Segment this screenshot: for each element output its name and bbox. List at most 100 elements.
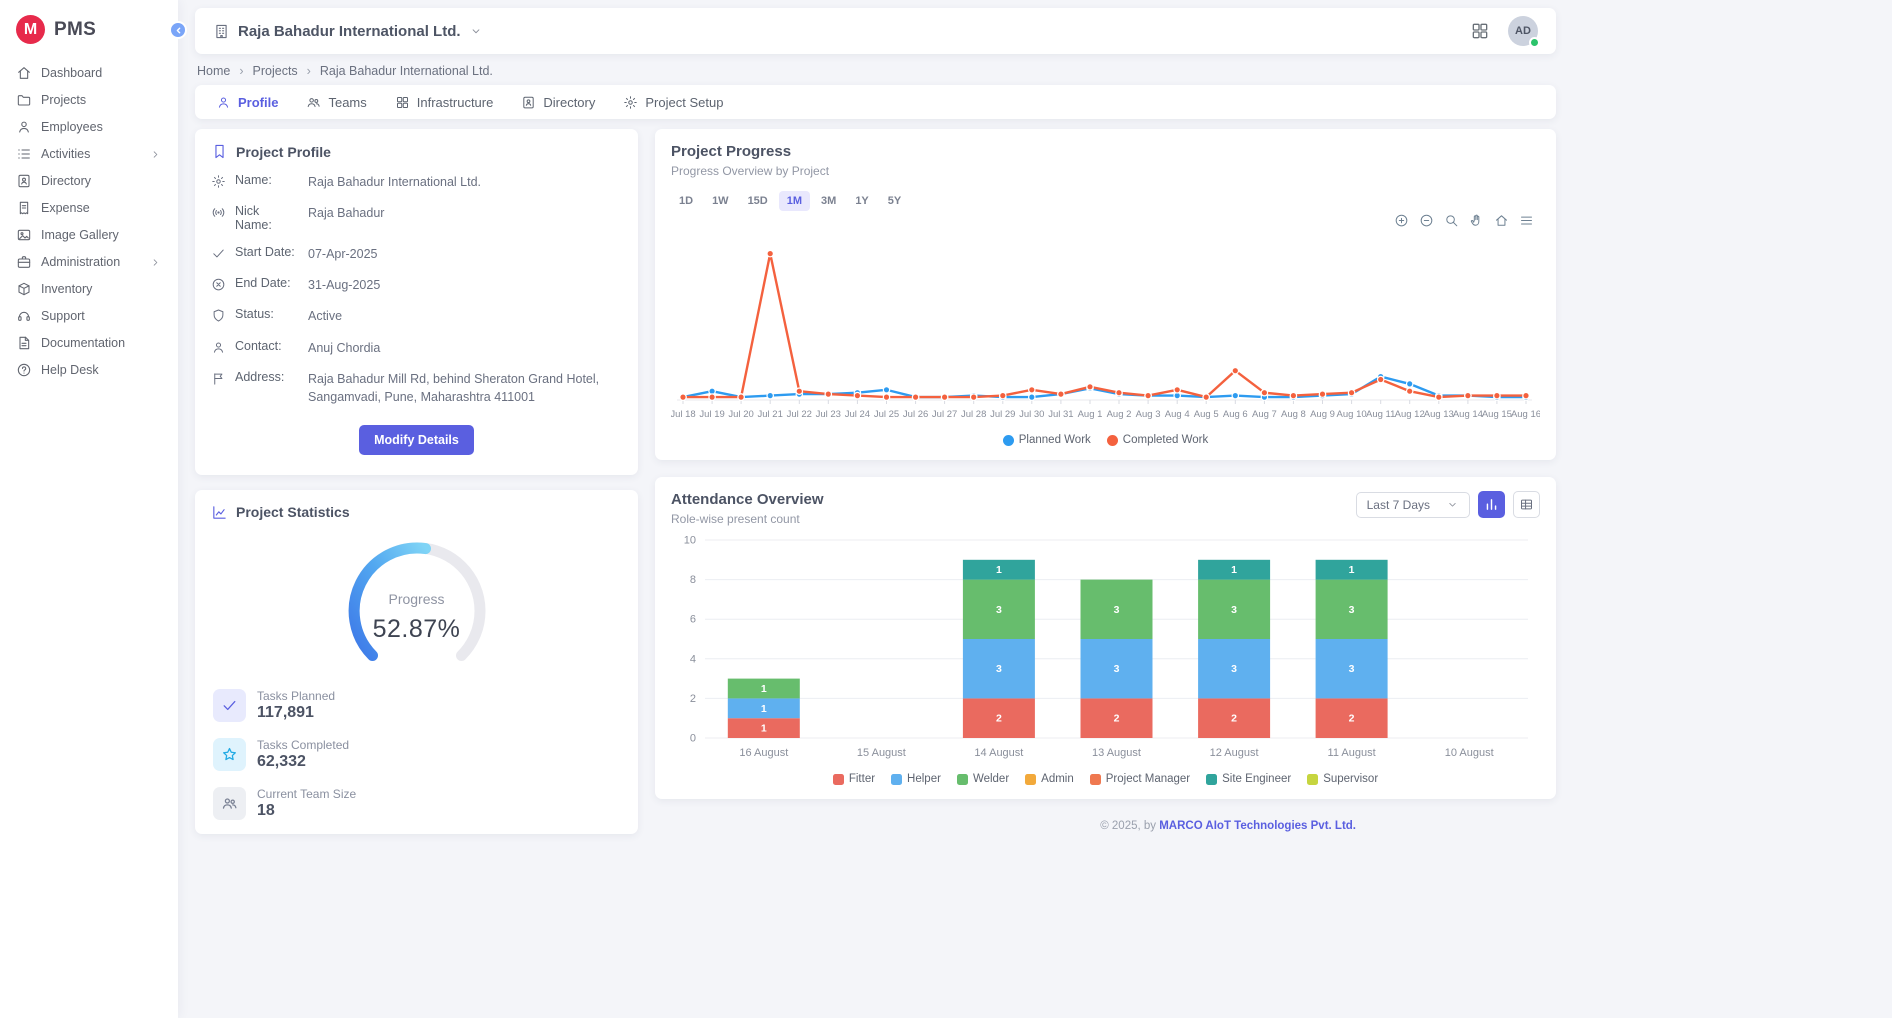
profile-field-status: Status:Active: [211, 307, 622, 325]
legend-item-site-engineer[interactable]: Site Engineer: [1206, 773, 1291, 785]
modify-details-button[interactable]: Modify Details: [359, 425, 474, 455]
bar-view-icon: [1484, 497, 1499, 512]
sidebar-item-documentation[interactable]: Documentation: [7, 330, 171, 356]
chevron-down-icon: [469, 24, 483, 38]
svg-text:Aug 6: Aug 6: [1223, 409, 1248, 420]
tab-label: Teams: [328, 95, 366, 110]
svg-text:3: 3: [1231, 604, 1237, 616]
svg-text:Aug 11: Aug 11: [1366, 409, 1395, 420]
bar-view-button[interactable]: [1478, 491, 1505, 518]
sidebar-item-support[interactable]: Support: [7, 303, 171, 329]
tab-teams[interactable]: Teams: [293, 85, 379, 119]
online-status-dot: [1529, 37, 1540, 48]
sidebar-item-dashboard[interactable]: Dashboard: [7, 60, 171, 86]
app-root: M PMS Dashboard Projects EmployeesActiviti…: [0, 0, 1892, 1018]
field-value: Raja Bahadur Mill Rd, behind Sheraton Gr…: [308, 370, 622, 406]
range-button-3m[interactable]: 3M: [813, 191, 844, 211]
attendance-range-select[interactable]: Last 7 Days: [1356, 492, 1470, 518]
breadcrumb-home[interactable]: Home: [197, 64, 230, 78]
sidebar-collapse-button[interactable]: [169, 21, 187, 39]
sidebar-item-label: Directory: [41, 174, 91, 188]
tab-project-setup[interactable]: Project Setup: [610, 85, 736, 119]
sidebar-item-administration[interactable]: Administration: [7, 249, 171, 275]
bar-chart[interactable]: 024681016 August11115 August14 August233…: [671, 526, 1540, 767]
chevron-right-icon: [149, 148, 162, 161]
project-statistics-header: Project Statistics: [211, 504, 622, 521]
svg-text:Aug 8: Aug 8: [1281, 409, 1306, 420]
menu-icon[interactable]: [1519, 213, 1534, 229]
svg-text:Aug 3: Aug 3: [1136, 409, 1161, 420]
stat-label: Current Team Size: [257, 787, 356, 801]
zoom-in-icon[interactable]: [1394, 213, 1409, 229]
legend-item-planned-work[interactable]: Planned Work: [1003, 434, 1091, 446]
legend-item-fitter[interactable]: Fitter: [833, 773, 875, 785]
sidebar-item-projects[interactable]: Projects: [7, 87, 171, 113]
range-button-1m[interactable]: 1M: [779, 191, 810, 211]
range-button-1y[interactable]: 1Y: [847, 191, 876, 211]
svg-text:6: 6: [690, 614, 696, 626]
attendance-header: Attendance Overview Role-wise present co…: [671, 491, 1540, 526]
profile-field-end-date: End Date:31-Aug-2025: [211, 276, 622, 294]
sidebar-item-expense[interactable]: Expense: [7, 195, 171, 221]
range-button-5y[interactable]: 5Y: [880, 191, 909, 211]
sidebar-item-label: Inventory: [41, 282, 92, 296]
legend-label: Helper: [907, 773, 941, 785]
legend-item-welder[interactable]: Welder: [957, 773, 1009, 785]
administration-icon: [16, 254, 32, 270]
zoom-out-icon[interactable]: [1419, 213, 1434, 229]
sidebar-item-employees[interactable]: Employees: [7, 114, 171, 140]
line-chart[interactable]: Jul 18Jul 19Jul 20Jul 21Jul 22Jul 23Jul …: [671, 229, 1540, 428]
svg-text:Aug 2: Aug 2: [1107, 409, 1132, 420]
svg-text:12 August: 12 August: [1210, 747, 1259, 759]
range-button-15d[interactable]: 15D: [740, 191, 776, 211]
svg-text:1: 1: [1231, 564, 1237, 576]
sidebar-nav: Dashboard Projects EmployeesActivities Dire…: [0, 56, 178, 388]
field-value: Active: [308, 307, 622, 325]
legend-label: Supervisor: [1323, 773, 1378, 785]
legend-label: Fitter: [849, 773, 875, 785]
svg-text:3: 3: [1349, 663, 1355, 675]
company-selector[interactable]: Raja Bahadur International Ltd.: [213, 23, 483, 40]
sidebar-item-help-desk[interactable]: Help Desk: [7, 357, 171, 383]
field-value: 07-Apr-2025: [308, 245, 622, 263]
footer-company-link[interactable]: MARCO AIoT Technologies Pvt. Ltd.: [1159, 820, 1356, 832]
legend-item-admin[interactable]: Admin: [1025, 773, 1074, 785]
attendance-controls: Last 7 Days: [1356, 491, 1540, 518]
legend-item-completed-work[interactable]: Completed Work: [1107, 434, 1208, 446]
sidebar-item-label: Administration: [41, 255, 120, 269]
sidebar-item-inventory[interactable]: Inventory: [7, 276, 171, 302]
sidebar-item-image-gallery[interactable]: Image Gallery: [7, 222, 171, 248]
topbar-right: AD: [1470, 16, 1538, 46]
table-view-button[interactable]: [1513, 491, 1540, 518]
range-button-1w[interactable]: 1W: [704, 191, 737, 211]
svg-text:Aug 15: Aug 15: [1482, 409, 1512, 420]
breadcrumb-separator: ›: [239, 64, 243, 78]
sidebar-item-activities[interactable]: Activities: [7, 141, 171, 167]
svg-text:Aug 5: Aug 5: [1194, 409, 1219, 420]
legend-item-helper[interactable]: Helper: [891, 773, 941, 785]
legend-marker: [1107, 435, 1118, 446]
svg-text:2: 2: [996, 713, 1002, 725]
sidebar-item-label: Projects: [41, 93, 86, 107]
pan-icon[interactable]: [1469, 213, 1484, 229]
inventory-icon: [16, 281, 32, 297]
svg-text:1: 1: [761, 723, 767, 735]
svg-text:Jul 18: Jul 18: [671, 409, 696, 420]
breadcrumb-projects[interactable]: Projects: [253, 64, 298, 78]
tab-infrastructure[interactable]: Infrastructure: [382, 85, 507, 119]
avatar-initials: AD: [1515, 25, 1531, 37]
range-button-1d[interactable]: 1D: [671, 191, 701, 211]
tab-directory[interactable]: Directory: [508, 85, 608, 119]
sidebar: M PMS Dashboard Projects EmployeesActiviti…: [0, 0, 178, 1018]
sidebar-item-directory[interactable]: Directory: [7, 168, 171, 194]
tab-profile[interactable]: Profile: [203, 85, 291, 119]
selection-zoom-icon[interactable]: [1444, 213, 1459, 229]
legend-item-project-manager[interactable]: Project Manager: [1090, 773, 1190, 785]
field-label: Nick Name:: [235, 204, 299, 232]
legend-item-supervisor[interactable]: Supervisor: [1307, 773, 1378, 785]
app-logo[interactable]: M PMS: [0, 0, 178, 56]
avatar[interactable]: AD: [1508, 16, 1538, 46]
home-icon[interactable]: [1494, 213, 1509, 229]
apps-grid-icon[interactable]: [1470, 21, 1490, 41]
svg-text:0: 0: [690, 733, 696, 745]
